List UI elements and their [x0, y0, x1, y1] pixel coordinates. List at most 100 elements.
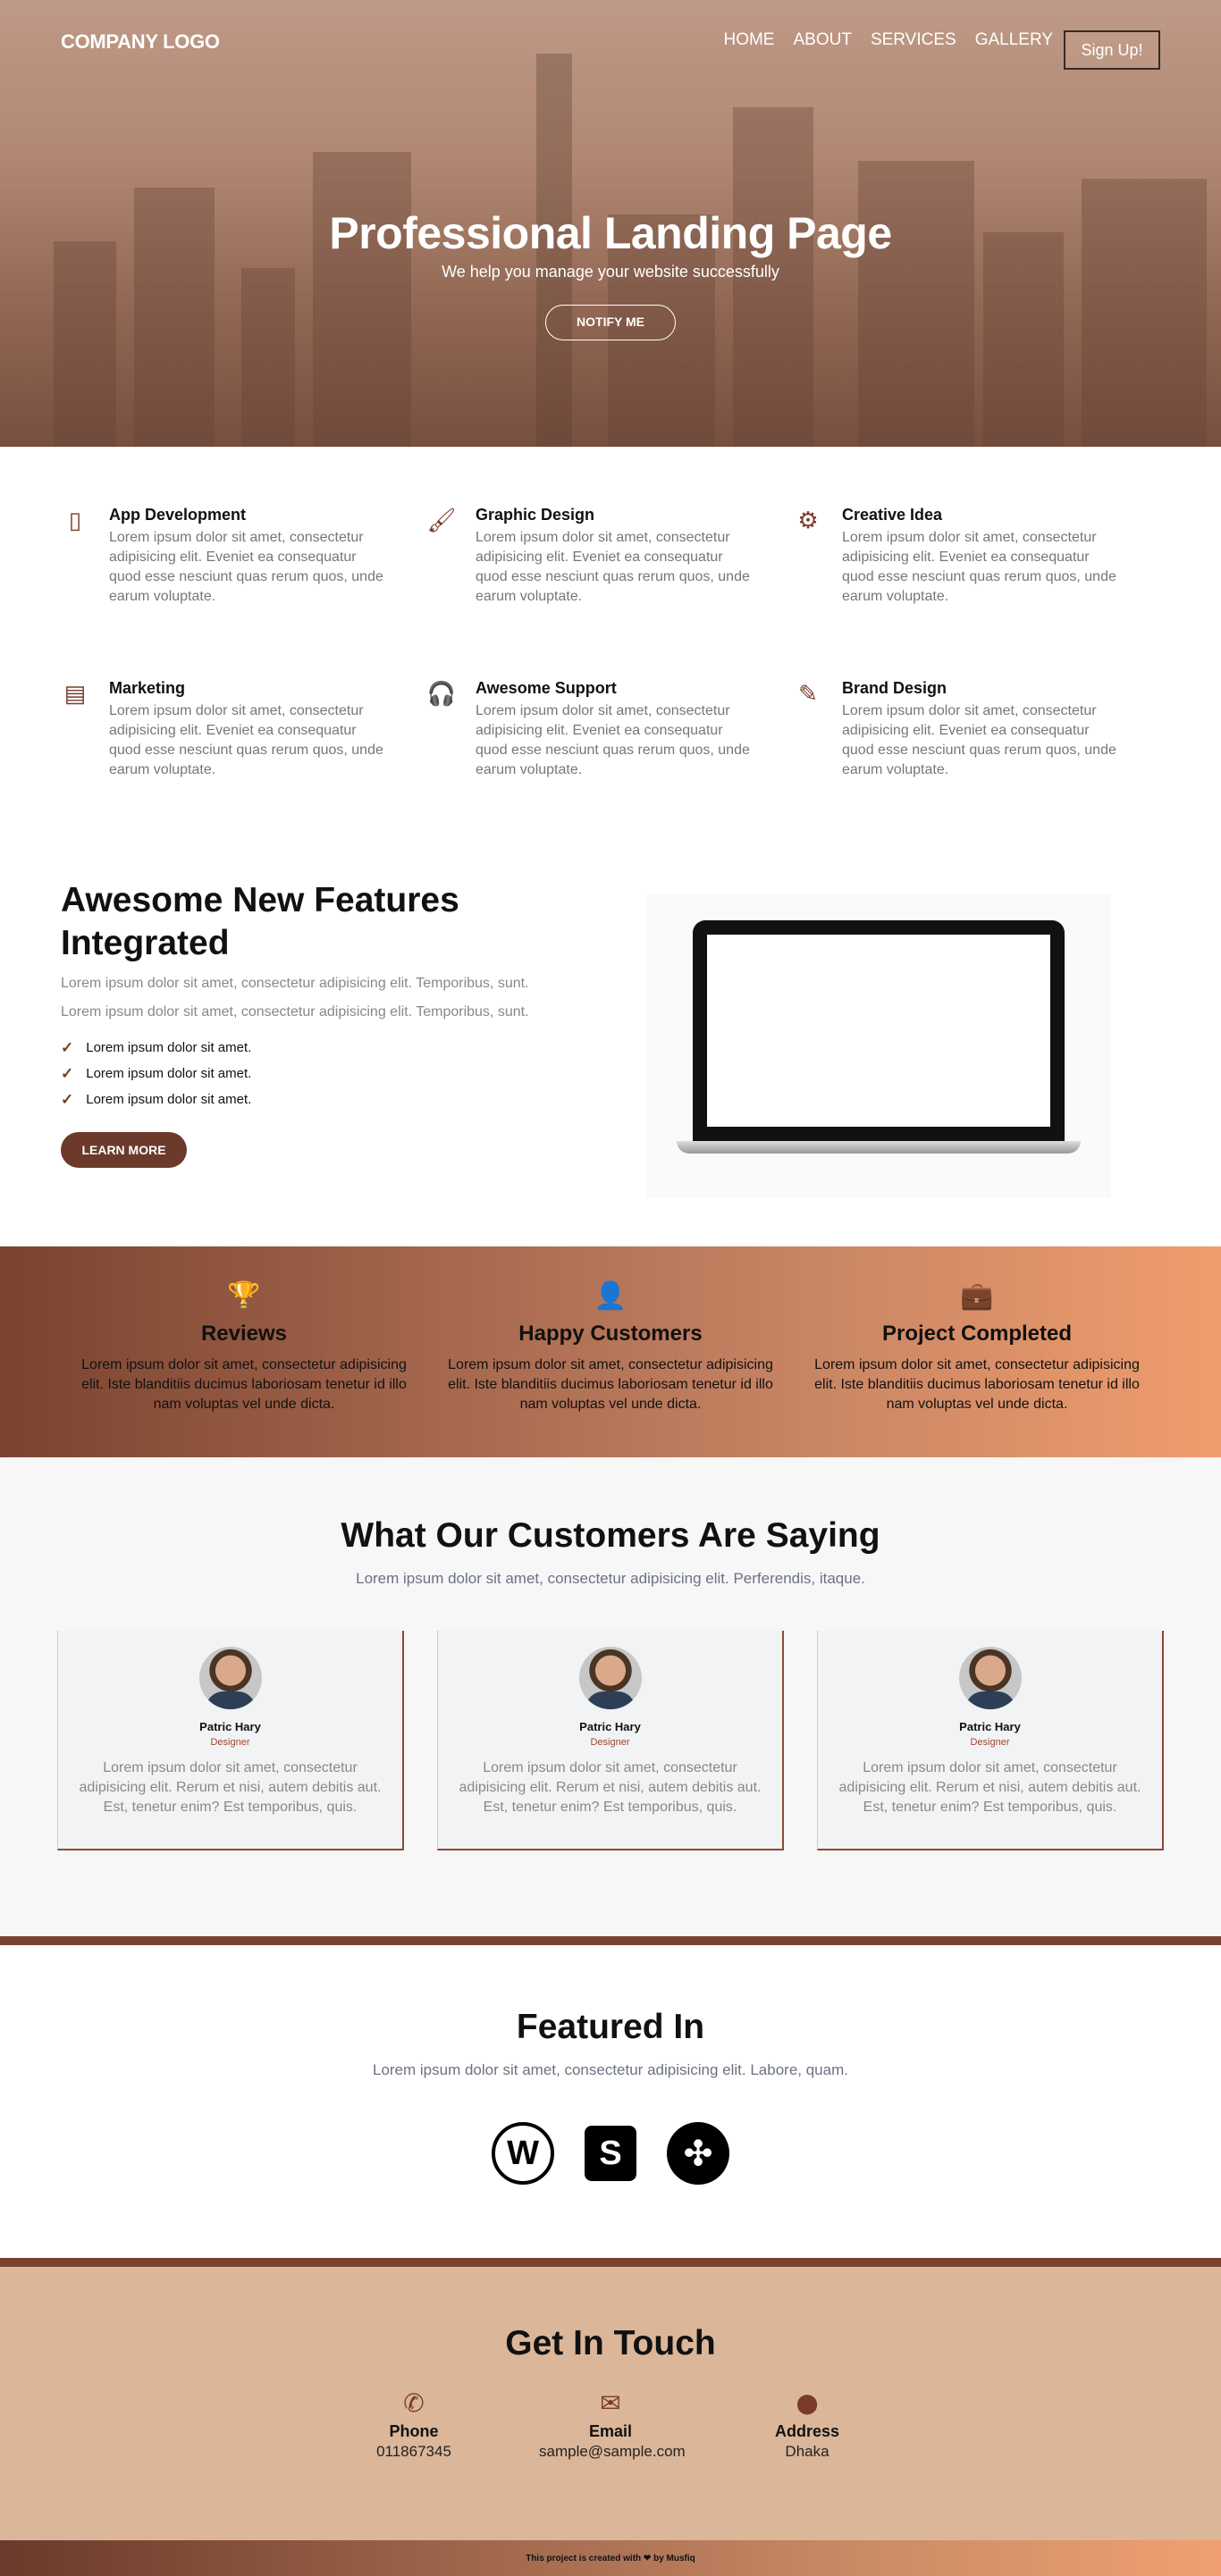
features-text: Awesome New Features Integrated Lorem ip… — [61, 879, 597, 1246]
testimonial-cards: Patric Hary Designer Lorem ipsum dolor s… — [0, 1631, 1221, 1850]
section-divider — [0, 2258, 1221, 2267]
shopify-icon[interactable]: S — [585, 2126, 636, 2181]
contact-address: ⬤ Address Dhaka — [754, 2388, 861, 2461]
customer-name: Patric Hary — [579, 1720, 641, 1733]
hero-content: Professional Landing Page We help you ma… — [0, 207, 1221, 340]
service-title: Marketing — [109, 679, 186, 697]
map-marker-icon: ⬤ — [796, 2392, 819, 2414]
user-icon: 👤 — [594, 1281, 627, 1311]
contact-label: Email — [588, 2422, 633, 2440]
laptop-image — [597, 836, 1160, 1246]
customer-name: Patric Hary — [199, 1720, 261, 1733]
service-item: 🖌 Graphic Design Lorem ipsum dolor sit a… — [427, 506, 794, 642]
testimonial-card: Patric Hary Designer Lorem ipsum dolor s… — [57, 1631, 404, 1850]
laptop-base — [677, 1141, 1081, 1154]
pencil-ruler-icon: ✎ — [798, 679, 818, 707]
file-icon: ▤ — [63, 679, 87, 707]
stat-title: Happy Customers — [518, 1322, 703, 1346]
stat-text: Lorem ipsum dolor sit amet, consectetur … — [81, 1357, 407, 1412]
featured-title: Featured In — [516, 2008, 705, 2046]
testimonial-text: Lorem ipsum dolor sit amet, consectetur … — [459, 1760, 762, 1815]
nav-item-gallery[interactable]: GALLERY — [975, 30, 1053, 50]
check-icon: ✓ — [61, 1064, 74, 1082]
contact-label: Address — [774, 2422, 840, 2440]
check-label: Lorem ipsum dolor sit amet. — [86, 1066, 252, 1081]
check-list: ✓ Lorem ipsum dolor sit amet. ✓ Lorem ipsu… — [61, 1035, 597, 1112]
featured-section: Featured In Lorem ipsum dolor sit amet, … — [0, 1945, 1221, 2258]
service-item: ✎ Brand Design Lorem ipsum dolor sit ame… — [794, 679, 1160, 815]
contact-value[interactable]: sample@sample.com — [539, 2443, 686, 2461]
hero-subtitle: We help you manage your website successf… — [442, 263, 779, 281]
stats-section: 🏆 Reviews Lorem ipsum dolor sit amet, co… — [0, 1246, 1221, 1457]
stat-item: 🏆 Reviews Lorem ipsum dolor sit amet, co… — [61, 1246, 427, 1457]
contact-phone: ✆ Phone 011867345 — [360, 2388, 467, 2461]
check-item: ✓ Lorem ipsum dolor sit amet. — [61, 1035, 597, 1061]
service-title: App Development — [109, 506, 247, 524]
phone-icon: ✆ — [403, 2389, 425, 2417]
stat-text: Lorem ipsum dolor sit amet, consectetur … — [814, 1357, 1140, 1412]
service-text: Lorem ipsum dolor sit amet, consectetur … — [109, 703, 383, 777]
hero-title: Professional Landing Page — [329, 208, 892, 258]
joomla-icon[interactable]: ✣ — [667, 2122, 729, 2185]
wordpress-icon[interactable]: W — [492, 2122, 554, 2185]
check-item: ✓ Lorem ipsum dolor sit amet. — [61, 1087, 597, 1112]
nav-item-home[interactable]: HOME — [723, 30, 774, 50]
features-section: Awesome New Features Integrated Lorem ip… — [0, 815, 1221, 1246]
company-logo[interactable]: COMPANY LOGO — [61, 30, 220, 54]
check-icon: ✓ — [61, 1090, 74, 1108]
notify-me-button[interactable]: NOTIFY ME — [545, 305, 676, 340]
service-text: Lorem ipsum dolor sit amet, consectetur … — [842, 703, 1116, 777]
stat-text: Lorem ipsum dolor sit amet, consectetur … — [448, 1357, 773, 1412]
testimonial-card: Patric Hary Designer Lorem ipsum dolor s… — [817, 1631, 1164, 1850]
laptop-screen — [693, 920, 1065, 1141]
customer-role: Designer — [210, 1737, 250, 1748]
briefcase-icon: 💼 — [960, 1281, 994, 1311]
avatar — [578, 1647, 642, 1709]
hero-section: COMPANY LOGO HOME ABOUT SERVICES GALLERY… — [0, 0, 1221, 447]
service-text: Lorem ipsum dolor sit amet, consectetur … — [476, 703, 750, 777]
testimonial-text: Lorem ipsum dolor sit amet, consectetur … — [838, 1760, 1141, 1815]
footer-author: by Musfiq — [653, 2553, 695, 2563]
headphones-icon: 🎧 — [426, 679, 457, 707]
avatar — [958, 1647, 1022, 1709]
service-item: ▤ Marketing Lorem ipsum dolor sit amet, … — [61, 679, 427, 815]
customer-role: Designer — [590, 1737, 630, 1748]
gears-icon: ⚙ — [797, 506, 819, 533]
customer-role: Designer — [970, 1737, 1010, 1748]
stat-title: Reviews — [200, 1322, 288, 1346]
stat-item: 💼 Project Completed Lorem ipsum dolor si… — [794, 1246, 1160, 1457]
envelope-icon: ✉ — [600, 2389, 621, 2417]
service-title: Creative Idea — [842, 506, 943, 524]
check-label: Lorem ipsum dolor sit amet. — [86, 1040, 252, 1055]
service-item: ⚙ Creative Idea Lorem ipsum dolor sit am… — [794, 506, 1160, 642]
section-divider — [0, 1936, 1221, 1945]
check-label: Lorem ipsum dolor sit amet. — [86, 1092, 252, 1107]
testimonial-text: Lorem ipsum dolor sit amet, consectetur … — [79, 1760, 382, 1815]
contact-value[interactable]: 011867345 — [360, 2443, 467, 2461]
nav-item-services[interactable]: SERVICES — [871, 30, 956, 50]
customer-name: Patric Hary — [959, 1720, 1021, 1733]
services-section: ▯ App Development Lorem ipsum dolor sit … — [0, 447, 1221, 815]
service-item: ▯ App Development Lorem ipsum dolor sit … — [61, 506, 427, 642]
nav-menu: HOME ABOUT SERVICES GALLERY — [723, 30, 1053, 50]
featured-subtitle: Lorem ipsum dolor sit amet, consectetur … — [373, 2061, 848, 2078]
contact-info: ✆ Phone 011867345 ✉ Email sample@sample.… — [0, 2388, 1221, 2461]
stat-title: Project Completed — [881, 1322, 1073, 1346]
contact-title: Get In Touch — [505, 2324, 716, 2362]
stat-item: 👤 Happy Customers Lorem ipsum dolor sit … — [427, 1246, 794, 1457]
partner-logos: W S ✣ — [0, 2122, 1221, 2185]
testimonials-subtitle: Lorem ipsum dolor sit amet, consectetur … — [356, 1570, 865, 1587]
check-icon: ✓ — [61, 1038, 74, 1056]
mobile-icon: ▯ — [68, 506, 82, 533]
features-paragraph: Lorem ipsum dolor sit amet, consectetur … — [61, 976, 529, 991]
heart-icon: ❤ — [643, 2553, 652, 2563]
service-text: Lorem ipsum dolor sit amet, consectetur … — [476, 530, 750, 604]
contact-label: Phone — [389, 2422, 439, 2440]
footer: This project is created with ❤ by Musfiq — [0, 2540, 1221, 2576]
learn-more-button[interactable]: LEARN MORE — [61, 1132, 187, 1168]
service-title: Brand Design — [842, 679, 947, 697]
testimonials-title: What Our Customers Are Saying — [341, 1516, 880, 1555]
nav-item-about[interactable]: ABOUT — [793, 30, 851, 50]
signup-button[interactable]: Sign Up! — [1064, 30, 1160, 70]
avatar — [198, 1647, 262, 1709]
